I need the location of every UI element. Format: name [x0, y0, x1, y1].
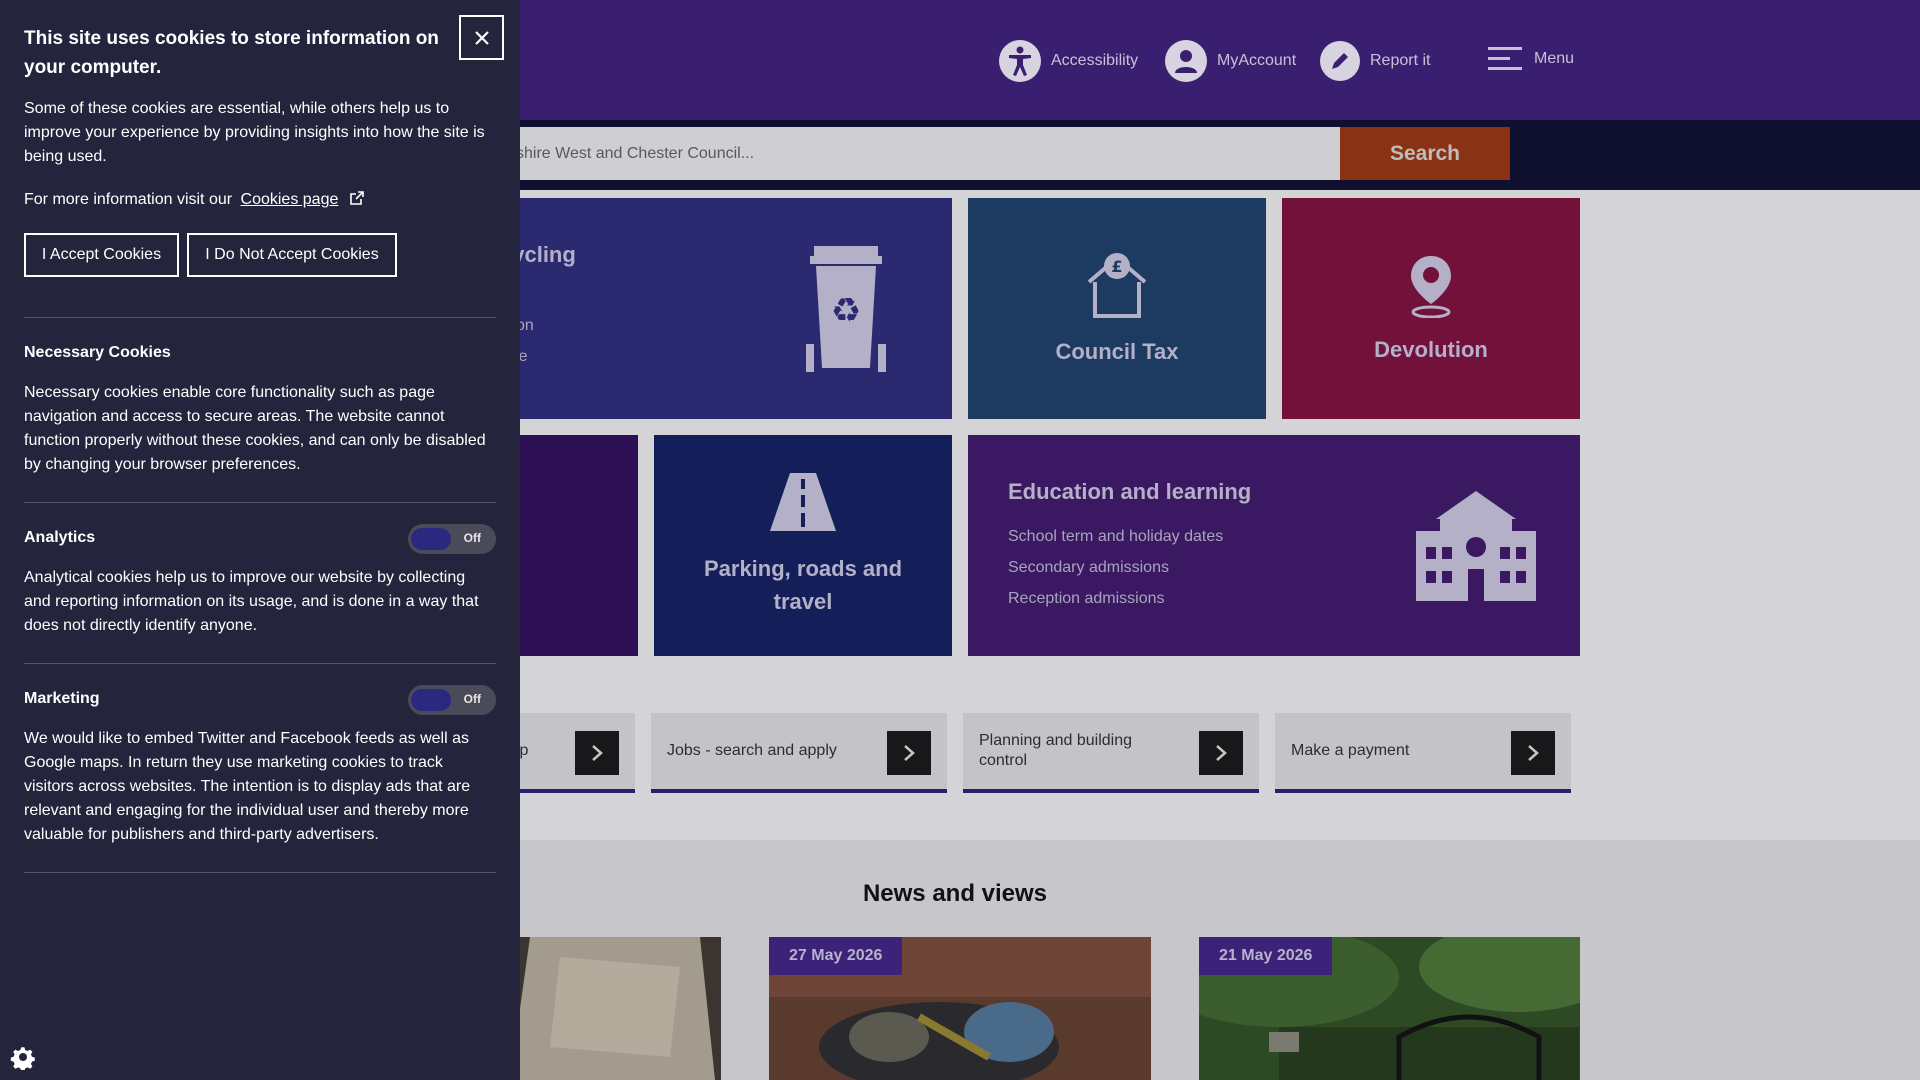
cookies-page-link[interactable]: Cookies page: [241, 191, 339, 208]
cookie-intro-text: Some of these cookies are essential, whi…: [24, 100, 485, 165]
marketing-text: We would like to embed Twitter and Faceb…: [24, 730, 471, 843]
toggle-knob: [411, 528, 451, 550]
quick-link-label: Make a payment: [1291, 742, 1410, 759]
tile-education-link[interactable]: Secondary admissions: [1008, 559, 1223, 577]
divider: [24, 502, 496, 503]
close-button[interactable]: [459, 15, 504, 60]
close-icon: [474, 30, 489, 45]
tile-education-links: School term and holiday dates Secondary …: [1008, 515, 1223, 608]
tile-parking-title: Parking, roads and travel: [703, 556, 903, 614]
quick-link-label: Jobs - search and apply: [667, 742, 837, 759]
menu-button[interactable]: Menu: [1488, 40, 1574, 77]
tile-education-title: Education and learning: [1008, 479, 1252, 504]
search-input[interactable]: shire West and Chester Council...: [500, 127, 1340, 180]
news-card[interactable]: 21 May 2026: [1199, 937, 1580, 1080]
tile-education[interactable]: Education and learning School term and h…: [968, 435, 1580, 656]
news-image: [500, 937, 721, 1080]
quick-link[interactable]: Jobs - search and apply: [651, 713, 947, 793]
house-pound-icon: £: [1085, 252, 1149, 323]
menu-label: Menu: [1534, 49, 1575, 67]
hamburger-icon: [1488, 40, 1522, 77]
analytics-text: Analytical cookies help us to improve ou…: [24, 569, 479, 634]
toggle-label: Off: [463, 692, 481, 706]
chevron-right-icon: [887, 731, 931, 775]
road-icon: [770, 473, 836, 536]
school-icon: [1412, 491, 1540, 606]
tile-recycling[interactable]: cycling ction ntre ♻: [500, 198, 952, 419]
chevron-right-icon: [1511, 731, 1555, 775]
search-button[interactable]: Search: [1340, 127, 1510, 180]
divider: [24, 317, 496, 318]
decline-cookies-button[interactable]: I Do Not Accept Cookies: [187, 233, 397, 277]
map-pin-icon: [1409, 254, 1453, 323]
toggle-label: Off: [463, 531, 481, 545]
tile-parking[interactable]: Parking, roads and travel: [654, 435, 952, 656]
cookie-consent-panel: This site uses cookies to store informat…: [0, 0, 520, 1080]
divider: [24, 663, 496, 664]
accessibility-label: Accessibility: [1051, 52, 1139, 69]
news-card[interactable]: 27 May 2026: [769, 937, 1151, 1080]
quick-link[interactable]: lp: [500, 713, 635, 793]
search-placeholder: shire West and Chester Council...: [516, 144, 755, 162]
accessibility-link[interactable]: Accessibility: [999, 38, 1138, 84]
report-it-label: Report it: [1370, 52, 1431, 69]
chevron-right-icon: [1199, 731, 1243, 775]
analytics-heading: Analytics: [24, 529, 96, 546]
myaccount-label: MyAccount: [1217, 52, 1297, 69]
quick-link-label: Planning and building control: [979, 732, 1133, 769]
divider: [24, 872, 496, 873]
marketing-heading: Marketing: [24, 690, 100, 707]
marketing-toggle[interactable]: Off: [408, 685, 496, 715]
tile-devolution[interactable]: Devolution: [1282, 198, 1580, 419]
news-date-badge: 27 May 2026: [769, 937, 903, 975]
pencil-icon: [1320, 41, 1360, 81]
accessibility-icon: [999, 40, 1041, 82]
more-info-text: For more information visit our: [24, 191, 233, 208]
cookie-more-info: For more information visit our Cookies p…: [24, 188, 365, 212]
user-icon: [1165, 40, 1207, 82]
tile-partial[interactable]: g: [500, 435, 638, 656]
svg-text:♻: ♻: [831, 291, 861, 331]
toggle-knob: [411, 689, 451, 711]
gear-icon: [10, 1047, 35, 1070]
tile-council-tax-title: Council Tax: [1055, 339, 1179, 364]
tile-education-link[interactable]: Reception admissions: [1008, 590, 1223, 608]
myaccount-link[interactable]: MyAccount: [1165, 38, 1296, 84]
news-card[interactable]: [500, 937, 721, 1080]
necessary-cookies-text: Necessary cookies enable core functional…: [24, 384, 486, 473]
quick-link[interactable]: Make a payment: [1275, 713, 1571, 793]
cookie-panel-title: This site uses cookies to store informat…: [24, 28, 439, 78]
tile-council-tax[interactable]: £ Council Tax: [968, 198, 1266, 419]
accept-cookies-button[interactable]: I Accept Cookies: [24, 233, 179, 277]
recycling-bin-icon: ♻: [806, 244, 886, 379]
external-link-icon: [350, 191, 364, 205]
quick-link[interactable]: Planning and building control: [963, 713, 1259, 793]
svg-text:£: £: [1111, 257, 1122, 276]
tile-education-link[interactable]: School term and holiday dates: [1008, 528, 1223, 546]
chevron-right-icon: [575, 731, 619, 775]
necessary-cookies-heading: Necessary Cookies: [24, 344, 171, 361]
tile-devolution-title: Devolution: [1374, 337, 1488, 362]
report-it-link[interactable]: Report it: [1320, 38, 1430, 84]
analytics-toggle[interactable]: Off: [408, 524, 496, 554]
news-date-badge: 21 May 2026: [1199, 937, 1333, 975]
